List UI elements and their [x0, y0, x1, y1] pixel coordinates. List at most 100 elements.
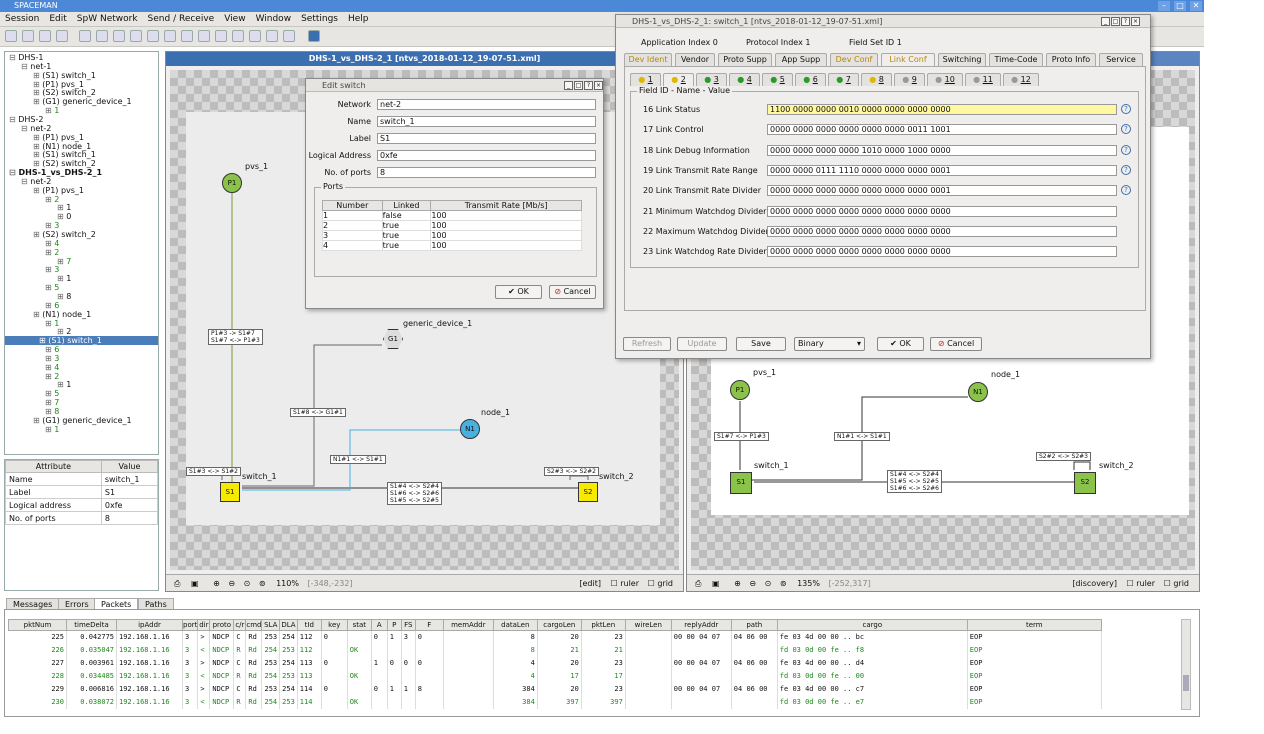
help-icon[interactable]: ? — [1121, 144, 1131, 155]
col-cargo[interactable]: cargo — [776, 619, 968, 631]
col-cr[interactable]: c/r — [233, 619, 247, 631]
maximize-icon[interactable]: □ — [1111, 17, 1120, 26]
port-rate[interactable]: 100 — [430, 230, 582, 241]
maximize-icon[interactable]: □ — [574, 81, 583, 90]
subtab-link-1[interactable]: ● 1 — [630, 73, 661, 86]
subtab-link-11[interactable]: ● 11 — [965, 73, 1001, 86]
close-icon[interactable]: × — [594, 81, 603, 90]
subtab-link-3[interactable]: ● 3 — [696, 73, 727, 86]
port-row[interactable]: 1 false 100 — [322, 210, 582, 221]
scrollbar-thumb[interactable] — [1183, 675, 1189, 691]
subtab-link-2[interactable]: ● 2 — [663, 73, 694, 86]
field-value[interactable]: 0000 0000 0000 0000 0000 0000 0000 0000 — [767, 225, 1117, 237]
subtab-link-5[interactable]: ● 5 — [762, 73, 793, 86]
switch-s1[interactable]: S1 — [730, 472, 752, 494]
tab-switching[interactable]: Switching — [938, 53, 986, 66]
subtab-link-12[interactable]: ● 12 — [1003, 73, 1039, 86]
field-value[interactable]: 0000 0000 0000 0000 0000 0000 0000 0000 — [767, 205, 1117, 217]
col-timedelta[interactable]: timeDelta — [66, 619, 117, 631]
col-pktlen[interactable]: pktLen — [580, 619, 626, 631]
col-path[interactable]: path — [730, 619, 778, 631]
subtab-link-8[interactable]: ● 8 — [861, 73, 892, 86]
field-value[interactable]: 1100 0000 0000 0010 0000 0000 0000 0000 — [767, 104, 1117, 115]
logical-address-field[interactable]: 0xfe — [377, 150, 596, 161]
col-tid[interactable]: tId — [296, 619, 322, 631]
help-icon[interactable]: ? — [1121, 104, 1131, 114]
format-select[interactable]: Binary ▾ — [794, 337, 865, 351]
cancel-button[interactable]: ⊘ Cancel — [549, 285, 596, 299]
ok-button[interactable]: ✔ OK — [495, 285, 542, 299]
tab-proto-info[interactable]: Proto Info — [1046, 53, 1096, 66]
tab-app-supp[interactable]: App Supp — [775, 53, 827, 66]
minimize-icon[interactable]: _ — [1101, 17, 1110, 26]
col-memaddr[interactable]: memAddr — [442, 619, 494, 631]
name-field[interactable]: switch_1 — [377, 116, 596, 127]
table-row[interactable]: 230 0.038072 192.168.1.16 3 < NDCP R Rd 254 253 11… — [8, 695, 1102, 709]
col-replyaddr[interactable]: replyAddr — [670, 619, 732, 631]
col-datalen[interactable]: dataLen — [492, 619, 538, 631]
port-row[interactable]: 4 true 100 — [322, 240, 582, 251]
col-f[interactable]: F — [414, 619, 444, 631]
field-value[interactable]: 0000 0000 0000 0000 0000 0000 0000 0001 — [767, 185, 1117, 197]
packets-scrollbar[interactable] — [1181, 619, 1191, 710]
tab-vendor[interactable]: Vendor — [675, 53, 715, 66]
port-rate[interactable]: 100 — [430, 210, 582, 221]
subtab-link-4[interactable]: ● 4 — [729, 73, 760, 86]
col-rate[interactable]: Transmit Rate [Mb/s] — [430, 200, 582, 211]
col-pktnum[interactable]: pktNum — [8, 619, 67, 631]
col-stat[interactable]: stat — [346, 619, 372, 631]
cancel-button[interactable]: ⊘ Cancel — [930, 337, 982, 351]
col-number[interactable]: Number — [322, 200, 383, 211]
subtab-link-9[interactable]: ● 9 — [894, 73, 925, 86]
help-icon[interactable]: ? — [1121, 17, 1130, 26]
tab-dev-conf[interactable]: Dev Conf — [830, 53, 878, 66]
col-dir[interactable]: dir — [197, 619, 211, 631]
label-field[interactable]: S1 — [377, 133, 596, 144]
packets-table[interactable]: pktNum timeDelta ipAddr port dir proto c/r cmd S… — [8, 619, 1102, 709]
col-proto[interactable]: proto — [209, 619, 235, 631]
col-linked[interactable]: Linked — [381, 200, 432, 211]
col-ipaddr[interactable]: ipAddr — [116, 619, 183, 631]
table-row[interactable]: 227 0.003961 192.168.1.16 3 > NDCP C Rd 253 254 11… — [8, 656, 1102, 670]
field-value[interactable]: 0000 0000 0000 0000 1010 0000 1000 0000 — [767, 144, 1117, 156]
ok-button[interactable]: ✔ OK — [877, 337, 924, 351]
switch-s2[interactable]: S2 — [1074, 472, 1096, 494]
refresh-button[interactable]: Refresh — [623, 337, 671, 351]
table-row[interactable]: 228 0.034485 192.168.1.16 3 < NDCP R Rd 254 253 11… — [8, 669, 1102, 683]
subtab-link-7[interactable]: ● 7 — [828, 73, 859, 86]
col-a[interactable]: A — [370, 619, 388, 631]
col-cmd[interactable]: cmd — [245, 619, 263, 631]
col-p[interactable]: P — [386, 619, 402, 631]
port-row[interactable]: 2 true 100 — [322, 220, 582, 231]
port-row[interactable]: 3 true 100 — [322, 230, 582, 241]
help-icon[interactable]: ? — [1121, 164, 1131, 175]
port-rate[interactable]: 100 — [430, 220, 582, 231]
col-port[interactable]: port — [181, 619, 199, 631]
col-term[interactable]: term — [966, 619, 1102, 631]
table-row[interactable]: 226 0.035047 192.168.1.16 3 < NDCP R Rd 254 253 11… — [8, 643, 1102, 657]
help-icon[interactable]: ? — [584, 81, 593, 90]
field-value[interactable]: 0000 0000 0000 0000 0000 0000 0011 1001 — [767, 124, 1117, 136]
field-value[interactable]: 0000 0000 0111 1110 0000 0000 0000 0001 — [767, 164, 1117, 176]
network-select[interactable]: net-2 — [377, 99, 596, 110]
subtab-link-6[interactable]: ● 6 — [795, 73, 826, 86]
col-fs[interactable]: FS — [400, 619, 416, 631]
tab-time-code[interactable]: Time-Code — [989, 53, 1043, 66]
close-icon[interactable]: × — [1131, 17, 1140, 26]
col-dla[interactable]: DLA — [279, 619, 298, 631]
port-rate[interactable]: 100 — [430, 240, 582, 251]
col-wirelen[interactable]: wireLen — [624, 619, 672, 631]
tab-link-conf[interactable]: Link Conf — [881, 53, 935, 66]
node-n1[interactable]: N1 — [968, 382, 988, 402]
pvs-node-p1[interactable]: P1 — [730, 380, 750, 400]
table-row[interactable]: 225 0.042775 192.168.1.16 3 > NDCP C Rd 253 254 11… — [8, 630, 1102, 644]
field-value[interactable]: 0000 0000 0000 0000 0000 0000 0000 0000 — [767, 246, 1117, 258]
subtab-link-10[interactable]: ● 10 — [927, 73, 963, 86]
save-button[interactable]: Save — [736, 337, 786, 351]
ports-table[interactable]: Number Linked Transmit Rate [Mb/s] 1 false 1… — [322, 200, 582, 251]
tab-service[interactable]: Service — [1099, 53, 1143, 66]
table-row[interactable]: 229 0.006816 192.168.1.16 3 > NDCP C Rd 253 254 11… — [8, 682, 1102, 696]
col-sla[interactable]: SLA — [261, 619, 281, 631]
tab-proto-supp[interactable]: Proto Supp — [718, 53, 772, 66]
col-key[interactable]: key — [320, 619, 348, 631]
